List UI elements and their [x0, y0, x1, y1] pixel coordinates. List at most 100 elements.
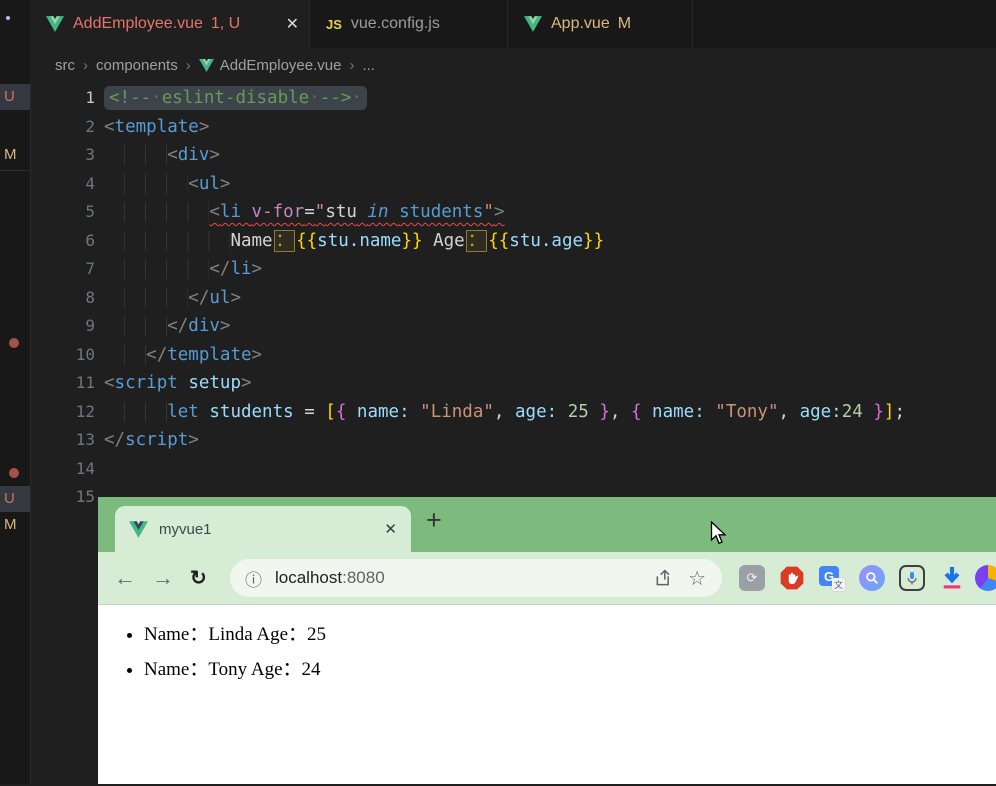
code-token: }}: [401, 230, 423, 251]
site-info-icon[interactable]: ⓘ: [245, 566, 262, 591]
line-number: 9: [85, 316, 95, 335]
breadcrumb-item-file[interactable]: AddEmployee.vue: [220, 57, 342, 74]
indent-guides: [104, 287, 189, 308]
code-token: >: [493, 202, 505, 222]
address-bar[interactable]: ⓘ localhost:8080 ☆: [230, 559, 722, 597]
tab-label: AddEmployee.vue: [73, 15, 203, 32]
code-token: >: [219, 316, 231, 336]
git-status-badge-untracked[interactable]: U: [4, 84, 26, 110]
js-file-icon: JS: [326, 16, 342, 32]
code-line-content: <template>: [95, 113, 209, 142]
code-token: }: [599, 401, 610, 422]
indent-guides: [104, 316, 168, 336]
breadcrumb: src › components › AddEmployee.vue › ...: [30, 48, 996, 82]
code-token: ul: [198, 173, 220, 194]
git-status-badge-untracked[interactable]: U: [4, 486, 26, 512]
code-token: script: [114, 373, 178, 393]
breadcrumb-item-src[interactable]: src: [55, 57, 75, 74]
breadcrumb-symbol-ellipsis[interactable]: ...: [362, 57, 375, 74]
tab-app-vue[interactable]: App.vue M: [508, 0, 693, 48]
code-line-content: [95, 455, 104, 484]
code-token: stu.name: [317, 230, 402, 251]
tab-addemployee-vue[interactable]: AddEmployee.vue 1, U ✕: [30, 0, 310, 48]
code-token: li: [219, 202, 241, 222]
code-token: >: [241, 373, 252, 393]
code-line-content: <script setup>: [95, 369, 252, 398]
code-token: </: [167, 316, 189, 336]
adblock-hand-icon[interactable]: [779, 565, 805, 591]
new-tab-button[interactable]: +: [426, 505, 442, 536]
forward-button[interactable]: →: [152, 565, 174, 591]
code-token: students: [209, 401, 294, 422]
code-token: name:: [652, 401, 705, 422]
breadcrumb-item-components[interactable]: components: [96, 57, 178, 74]
browser-toolbar: ← → ↻ ⓘ localhost:8080 ☆ ⟳ G 文: [98, 552, 996, 605]
code-line-content: </template>: [95, 341, 262, 370]
code-token: ·: [351, 88, 362, 108]
code-token: >: [251, 344, 263, 365]
code-line: 5 <li v-for="stu in students">: [30, 198, 996, 227]
back-button[interactable]: ←: [114, 565, 136, 591]
mouse-cursor: [710, 520, 727, 551]
voice-mic-icon[interactable]: [899, 565, 925, 591]
code-token: ·: [309, 88, 320, 108]
code-token: {{: [296, 230, 318, 251]
close-tab-icon[interactable]: ✕: [274, 14, 299, 34]
url-host: localhost: [275, 568, 343, 587]
code-token: v-for: [251, 202, 305, 222]
explorer-edge-strip: U M U M: [0, 0, 31, 784]
browser-tab-myvue1[interactable]: myvue1 ✕: [115, 506, 411, 552]
code-token: setup: [188, 373, 241, 393]
vue-file-icon: [46, 16, 64, 32]
code-token: </: [146, 344, 168, 365]
error-squiggle-span: <li v-for="stu in students">: [209, 202, 504, 222]
code-line: 14: [30, 455, 996, 484]
chevron-right-icon: ›: [83, 56, 88, 74]
indent-guides: [104, 344, 147, 365]
code-token: >: [230, 287, 241, 308]
bookmark-star-icon[interactable]: ☆: [688, 566, 706, 591]
tab-vue-config-js[interactable]: JS vue.config.js: [310, 0, 508, 48]
code-token: ": [314, 202, 326, 222]
browser-tab-strip: myvue1 ✕ +: [98, 497, 996, 552]
google-translate-icon[interactable]: G 文: [819, 565, 845, 591]
lens-search-icon[interactable]: [859, 565, 885, 591]
code-token: in: [367, 202, 389, 222]
sync-extension-icon[interactable]: ⟳: [739, 565, 765, 591]
code-token: [: [325, 401, 336, 422]
code-token: age:: [799, 401, 842, 422]
code-token: {: [335, 401, 347, 422]
code-token: }: [873, 401, 884, 422]
code-token: ,: [609, 401, 631, 422]
list-item: Name：Linda Age：25: [144, 621, 996, 648]
translate-sub: 文: [832, 578, 845, 591]
code-token: div: [177, 145, 210, 165]
git-status-badge-modified[interactable]: M: [4, 142, 26, 168]
code-token: <: [104, 373, 115, 393]
code-token: ": [483, 202, 494, 222]
git-status-badge-modified[interactable]: M: [4, 512, 26, 538]
code-token: Name: [230, 230, 273, 251]
share-icon[interactable]: [654, 568, 674, 588]
error-dot-badge: [9, 338, 19, 348]
explorer-dot-icon: [6, 16, 10, 20]
code-token: students: [399, 202, 484, 222]
close-browser-tab-icon[interactable]: ✕: [384, 520, 397, 538]
browser-window: myvue1 ✕ + ← → ↻ ⓘ localhost:8080 ☆ ⟳ G …: [98, 497, 996, 784]
url-text[interactable]: localhost:8080: [275, 568, 385, 588]
vue-file-icon: [198, 58, 214, 72]
partial-extension-icon[interactable]: [975, 565, 996, 591]
line-number: 1: [85, 88, 95, 107]
code-token: template: [167, 344, 252, 365]
indent-guides: [104, 401, 168, 422]
reload-button[interactable]: ↻: [190, 566, 207, 591]
download-icon[interactable]: [939, 565, 965, 591]
